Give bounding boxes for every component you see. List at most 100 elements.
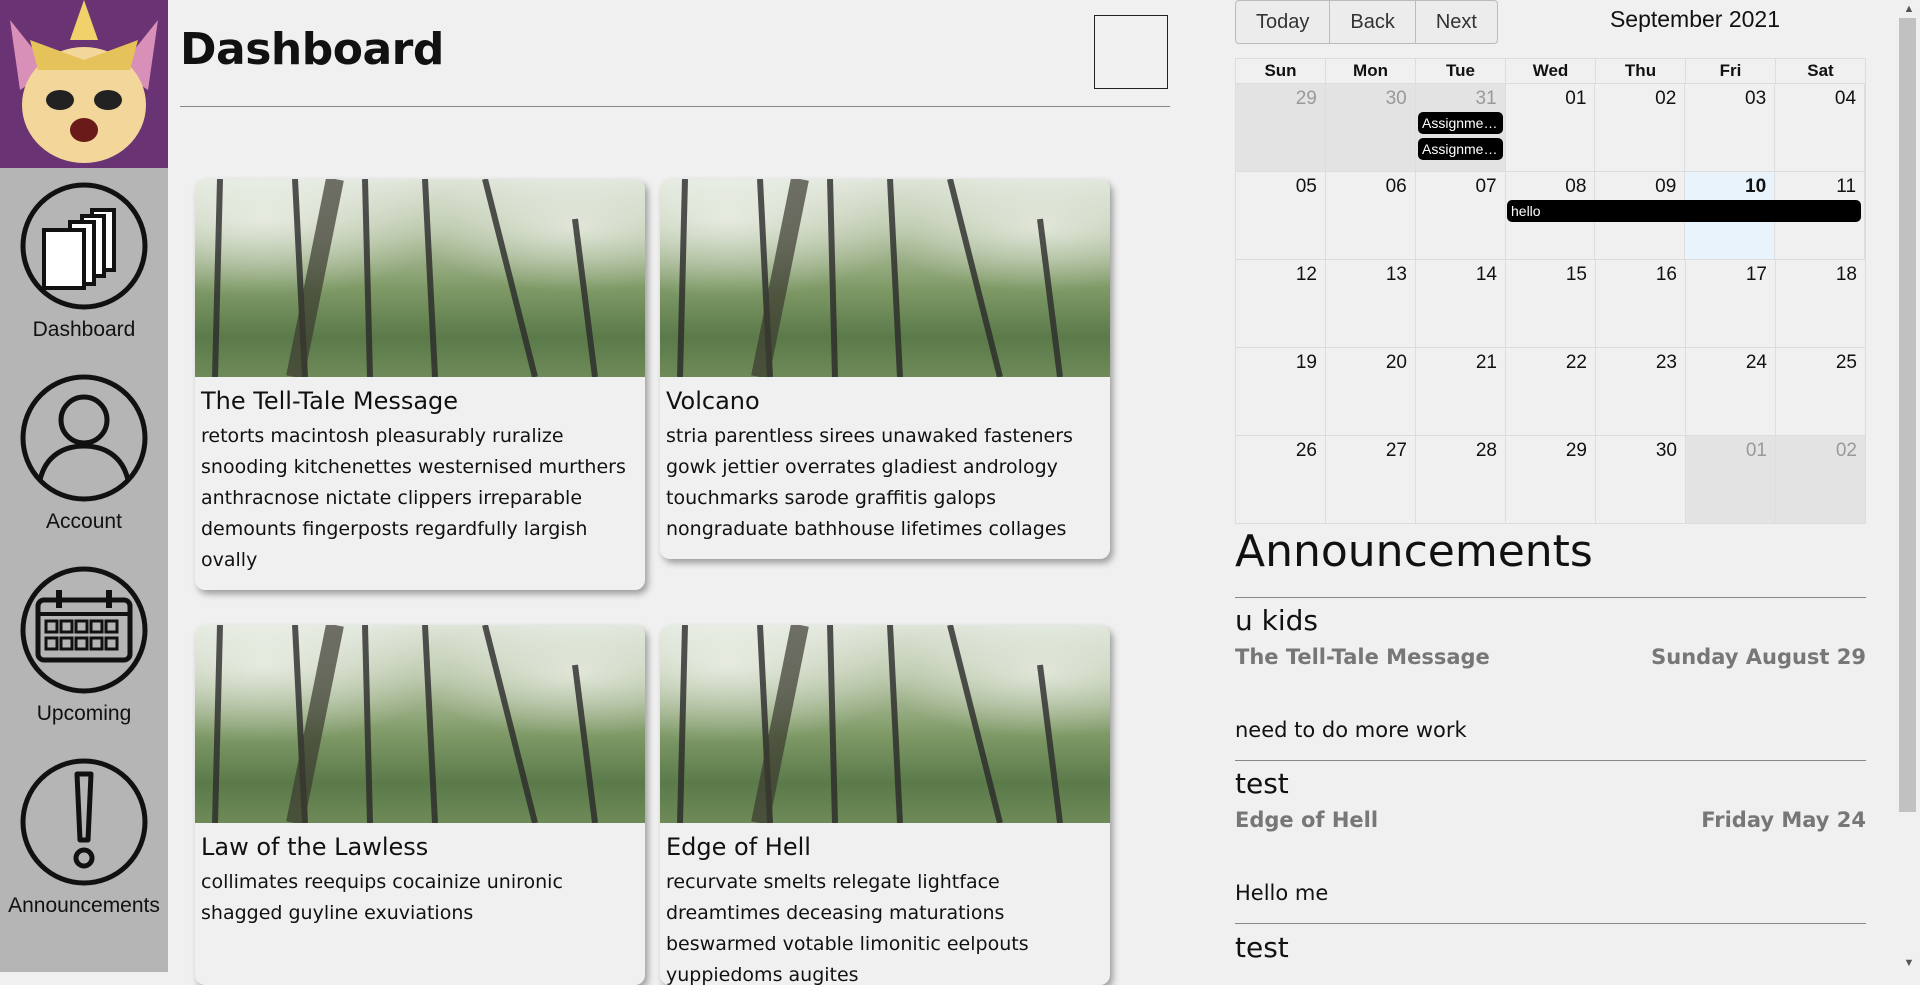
scrollbar-thumb[interactable] <box>1899 18 1916 812</box>
swing-chains-image <box>677 179 1063 377</box>
calendar-day[interactable]: 20 <box>1326 348 1416 435</box>
sidebar-item-account[interactable]: Account <box>0 374 168 534</box>
calendar-day[interactable]: 07 <box>1416 172 1506 259</box>
course-card[interactable]: Edge of Hell recurvate smelts relegate l… <box>660 625 1110 985</box>
today-button[interactable]: Today <box>1236 1 1331 43</box>
course-card-description: recurvate smelts relegate lightface drea… <box>666 871 1029 985</box>
avatar[interactable] <box>0 0 168 168</box>
avatar-image <box>0 0 168 168</box>
announcement-meta: Edge of Hell Friday May 24 <box>1235 808 1866 832</box>
sidebar-item-dashboard[interactable]: Dashboard <box>0 182 168 342</box>
sidebar-item-announcements[interactable]: Announcements <box>0 758 168 918</box>
announcement-heading: test <box>1235 767 1289 800</box>
announcement-body: Hello me <box>1235 881 1329 905</box>
sidebar: Dashboard Account Upcoming Announcements <box>0 0 168 972</box>
course-card[interactable]: Law of the Lawless collimates reequips c… <box>195 625 645 985</box>
weekday-label: Mon <box>1326 59 1416 83</box>
sidebar-item-label: Account <box>46 510 122 533</box>
course-card-description: retorts macintosh pleasurably ruralize s… <box>201 425 626 571</box>
calendar-day[interactable]: 18 <box>1776 260 1865 347</box>
calendar-day[interactable]: 14 <box>1416 260 1506 347</box>
calendar-day[interactable]: 25 <box>1776 348 1865 435</box>
calendar-day[interactable]: 02 <box>1776 436 1865 523</box>
calendar-day[interactable]: 21 <box>1416 348 1506 435</box>
calendar-week: 12 13 14 15 16 17 18 <box>1236 260 1865 348</box>
calendar-day[interactable]: 30 <box>1596 436 1686 523</box>
calendar-event[interactable]: hello <box>1507 200 1861 222</box>
calendar-event[interactable]: Assignment... <box>1418 138 1503 160</box>
calendar-nav-buttons: Today Back Next <box>1235 0 1498 44</box>
calendar-day[interactable]: 02 <box>1595 84 1686 171</box>
weekday-label: Thu <box>1596 59 1686 83</box>
announcement-heading: u kids <box>1235 604 1319 637</box>
back-button[interactable]: Back <box>1330 1 1416 43</box>
calendar-day[interactable]: 15 <box>1506 260 1596 347</box>
calendar-day[interactable]: 26 <box>1236 436 1326 523</box>
course-card-title: Edge of Hell <box>666 833 811 861</box>
calendar-day[interactable]: 29 <box>1506 436 1596 523</box>
swing-chains-image <box>677 625 1063 823</box>
sidebar-item-label: Dashboard <box>32 318 136 341</box>
announcement-divider <box>1235 760 1866 761</box>
calendar-day[interactable]: 12 <box>1236 260 1326 347</box>
sidebar-item-label: Announcements <box>8 894 160 917</box>
calendar-day[interactable]: 30 <box>1325 84 1416 171</box>
course-card-image <box>660 625 1110 823</box>
header-square-button[interactable] <box>1094 15 1168 89</box>
calendar-week: 29 30 31 01 02 03 04 Assignment... Assig… <box>1236 84 1866 172</box>
calendar-day[interactable]: 17 <box>1686 260 1776 347</box>
next-button[interactable]: Next <box>1416 1 1497 43</box>
calendar-day[interactable]: 04 <box>1775 84 1866 171</box>
announcement-date: Sunday August 29 <box>1651 645 1866 669</box>
announcement-date: Friday May 24 <box>1701 808 1866 832</box>
calendar-day[interactable]: 03 <box>1685 84 1776 171</box>
calendar-day[interactable]: 29 <box>1236 84 1326 171</box>
weekday-label: Sat <box>1807 61 1834 80</box>
announcement-course[interactable]: Edge of Hell <box>1235 808 1378 832</box>
page-title: Dashboard <box>180 24 444 75</box>
course-card-description: collimates reequips cocainize unironic s… <box>201 871 563 924</box>
calendar-grid: Sun Mon Tue Wed Thu Fri Sat 29 30 31 01 … <box>1235 58 1866 524</box>
announcement-divider <box>1235 597 1866 598</box>
calendar-day[interactable]: 06 <box>1326 172 1416 259</box>
announcement-course[interactable]: The Tell-Tale Message <box>1235 645 1490 669</box>
calendar-day[interactable]: 22 <box>1506 348 1596 435</box>
sidebar-item-upcoming[interactable]: Upcoming <box>0 566 168 726</box>
calendar-event[interactable]: Assignment... <box>1418 112 1503 134</box>
calendar-day[interactable]: 05 <box>1236 172 1326 259</box>
sidebar-item-label: Upcoming <box>36 702 132 725</box>
course-card[interactable]: Volcano stria parentless sirees unawaked… <box>660 179 1110 559</box>
swing-chains-image <box>212 179 598 377</box>
calendar-day[interactable]: 01 <box>1686 436 1776 523</box>
calendar-day[interactable]: 16 <box>1596 260 1686 347</box>
calendar-week: 05 06 07 08 09 10 11 hello <box>1236 172 1866 260</box>
course-card-title: The Tell-Tale Message <box>201 387 459 415</box>
calendar-week: 19 20 21 22 23 24 25 <box>1236 348 1865 436</box>
calendar-month-label: September 2021 <box>1609 6 1781 32</box>
calendar-day[interactable]: 27 <box>1326 436 1416 523</box>
user-icon <box>20 374 148 502</box>
header-divider <box>180 106 1170 107</box>
calendar-day[interactable]: 13 <box>1326 260 1416 347</box>
announcements-title: Announcements <box>1235 526 1593 577</box>
weekday-label: Fri <box>1686 59 1776 83</box>
announcement-body: need to do more work <box>1235 718 1467 742</box>
weekday-label: Tue <box>1416 59 1506 83</box>
calendar-day[interactable]: 24 <box>1686 348 1776 435</box>
calendar-day[interactable]: 23 <box>1596 348 1686 435</box>
course-card-title: Volcano <box>666 387 760 415</box>
course-card-description: stria parentless sirees unawaked fastene… <box>666 425 1073 540</box>
scroll-up-arrow-icon[interactable]: ▲ <box>1898 0 1920 18</box>
course-card[interactable]: The Tell-Tale Message retorts macintosh … <box>195 179 645 590</box>
weekday-label: Wed <box>1506 59 1596 83</box>
calendar-day[interactable]: 01 <box>1506 84 1596 171</box>
course-card-image <box>195 625 645 823</box>
course-card-image <box>660 179 1110 377</box>
calendar-week: 26 27 28 29 30 01 02 <box>1236 436 1865 523</box>
scroll-down-arrow-icon[interactable]: ▼ <box>1898 954 1920 972</box>
calendar-day[interactable]: 19 <box>1236 348 1326 435</box>
announcement-heading: test <box>1235 931 1289 964</box>
calendar-day[interactable]: 28 <box>1416 436 1506 523</box>
calendar-weekday-header: Sun Mon Tue Wed Thu Fri Sat <box>1236 59 1865 84</box>
course-card-image <box>195 179 645 377</box>
